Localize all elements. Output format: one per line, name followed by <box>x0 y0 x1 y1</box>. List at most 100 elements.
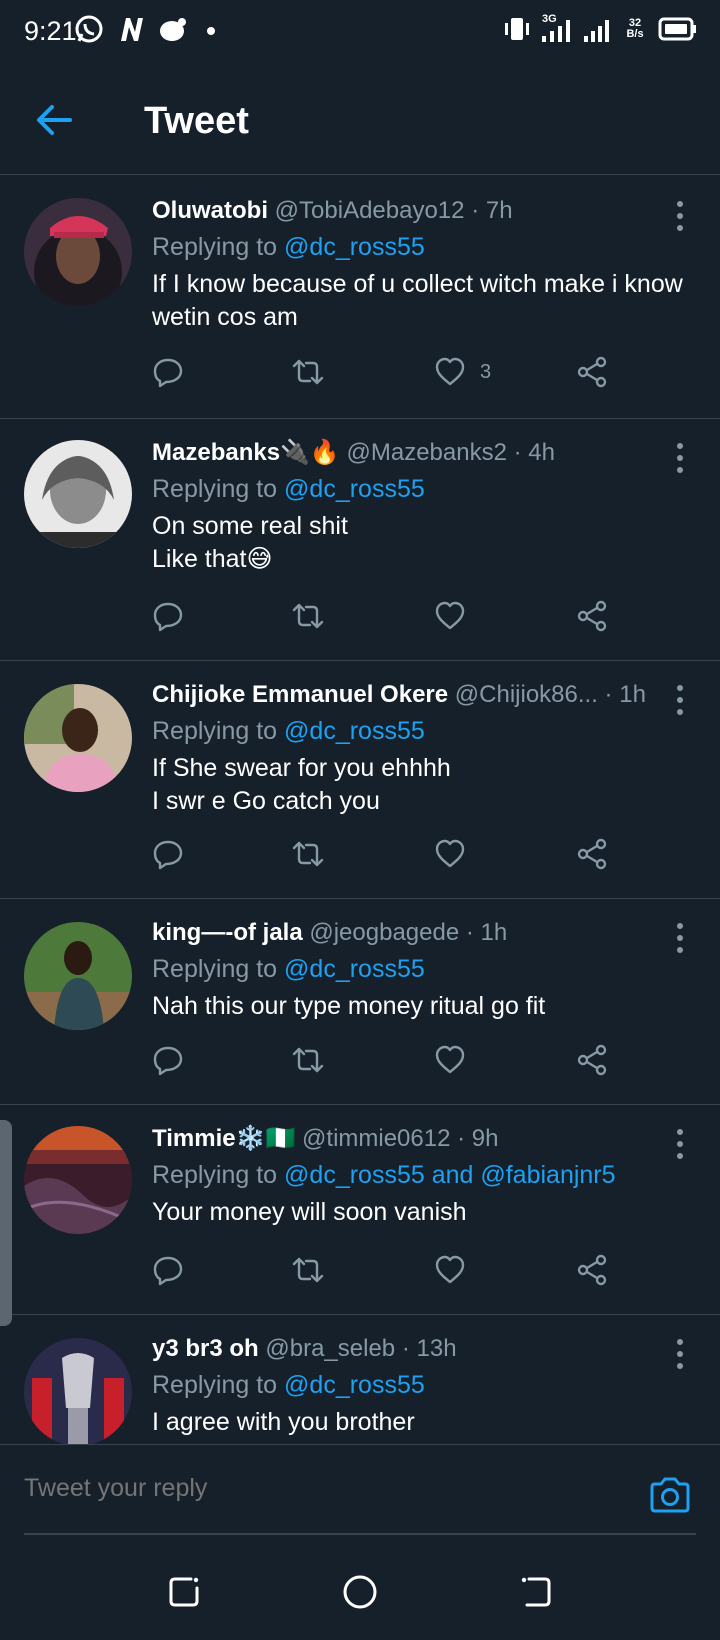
tweet-text: I agree with you brother <box>152 1408 415 1436</box>
mention-link[interactable]: @dc_ross55 <box>284 955 425 983</box>
mention-link[interactable]: @dc_ross55 <box>284 475 425 503</box>
user-handle[interactable]: @Mazebanks2 <box>347 439 507 466</box>
share-icon <box>577 356 607 388</box>
network-type: 3G <box>542 13 557 25</box>
share-icon <box>577 1254 607 1286</box>
avatar[interactable] <box>24 922 132 1030</box>
heart-icon <box>435 1255 465 1284</box>
tweet-item[interactable]: Chijioke Emmanuel Okere @Chijiok86... · … <box>0 660 720 899</box>
more-options-icon[interactable] <box>668 680 692 720</box>
tweet-item[interactable]: y3 br3 oh @bra_seleb · 13h Replying to @… <box>0 1314 720 1444</box>
tweet-actions <box>152 600 622 640</box>
tweet-text: If I know because of u collect witch mak… <box>152 270 683 331</box>
user-name[interactable]: Timmie❄️🇳🇬 <box>152 1125 295 1152</box>
reply-input[interactable] <box>24 1465 624 1511</box>
page-title: Tweet <box>144 100 249 142</box>
reply-icon <box>153 840 183 870</box>
tweet-actions <box>152 838 622 878</box>
tweet-item[interactable]: Oluwatobi @TobiAdebayo12 · 7h Replying t… <box>0 176 720 419</box>
retweet-button[interactable] <box>290 356 326 388</box>
user-handle[interactable]: @Chijiok86... <box>455 681 598 708</box>
avatar[interactable] <box>24 1126 132 1234</box>
heart-icon <box>435 839 465 868</box>
avatar[interactable] <box>24 440 132 548</box>
reply-button[interactable] <box>152 1044 184 1076</box>
tweet-text: On some real shit Like that😅 <box>152 512 348 573</box>
heart-icon <box>435 357 465 386</box>
avatar[interactable] <box>24 198 132 306</box>
user-handle[interactable]: @timmie0612 <box>302 1125 450 1152</box>
user-handle[interactable]: @TobiAdebayo12 <box>275 197 465 224</box>
home-nav-icon[interactable] <box>342 1574 378 1610</box>
user-name[interactable]: Chijioke Emmanuel Okere <box>152 681 448 708</box>
mention-link[interactable]: @dc_ross55 <box>284 1371 425 1399</box>
share-button[interactable] <box>576 600 608 632</box>
recents-nav-icon[interactable] <box>166 1574 202 1610</box>
signal-3g: 3G <box>540 14 574 44</box>
retweet-button[interactable] <box>290 838 326 870</box>
avatar[interactable] <box>24 684 132 792</box>
battery-icon <box>658 17 696 41</box>
more-options-icon[interactable] <box>668 918 692 958</box>
retweet-button[interactable] <box>290 600 326 632</box>
share-button[interactable] <box>576 1254 608 1286</box>
share-button[interactable] <box>576 356 608 388</box>
replying-to: Replying to @dc_ross55 <box>152 233 425 261</box>
edge-panel-handle[interactable] <box>0 1120 12 1326</box>
user-name[interactable]: king—-of jala <box>152 919 303 946</box>
reply-button[interactable] <box>152 600 184 632</box>
like-button[interactable] <box>434 1254 466 1286</box>
retweet-icon <box>292 1047 324 1073</box>
reply-icon <box>153 358 183 388</box>
status-time: 9:21 <box>24 16 77 46</box>
like-button[interactable]: 3 <box>434 356 491 388</box>
tweet-item[interactable]: Mazebanks🔌🔥 @Mazebanks2 · 4h Replying to… <box>0 418 720 661</box>
reply-button[interactable] <box>152 356 184 388</box>
more-options-icon[interactable] <box>668 438 692 478</box>
heart-icon <box>435 601 465 630</box>
like-button[interactable] <box>434 838 466 870</box>
tweet-time: 4h <box>528 439 555 466</box>
status-right: 3G 32 B/s <box>502 14 698 44</box>
replying-to: Replying to @dc_ross55 <box>152 1371 425 1399</box>
back-arrow-icon[interactable] <box>34 100 74 140</box>
like-button[interactable] <box>434 1044 466 1076</box>
mention-link[interactable]: @dc_ross55 <box>284 717 425 745</box>
reply-icon <box>153 1256 183 1286</box>
reply-button[interactable] <box>152 1254 184 1286</box>
mention-link[interactable]: @dc_ross55 <box>284 233 425 261</box>
like-button[interactable] <box>434 600 466 632</box>
more-options-icon[interactable] <box>668 1334 692 1374</box>
tweet-item[interactable]: king—-of jala @jeogbagede · 1h Replying … <box>0 898 720 1105</box>
tweet-item[interactable]: Timmie❄️🇳🇬 @timmie0612 · 9h Replying to … <box>0 1104 720 1315</box>
system-nav-bar <box>0 1540 720 1640</box>
top-app-bar: Tweet <box>0 64 720 175</box>
back-nav-icon[interactable] <box>518 1574 554 1610</box>
retweet-icon <box>292 359 324 385</box>
retweet-button[interactable] <box>290 1044 326 1076</box>
user-name[interactable]: Mazebanks🔌🔥 <box>152 439 340 466</box>
notification-dot-icon <box>207 27 215 35</box>
retweet-button[interactable] <box>290 1254 326 1286</box>
more-options-icon[interactable] <box>668 196 692 236</box>
reply-button[interactable] <box>152 838 184 870</box>
mention-link[interactable]: @dc_ross55 and @fabianjnr5 <box>284 1161 616 1189</box>
user-name[interactable]: y3 br3 oh <box>152 1335 259 1362</box>
share-button[interactable] <box>576 838 608 870</box>
share-icon <box>577 600 607 632</box>
user-name[interactable]: Oluwatobi <box>152 197 268 224</box>
retweet-icon <box>292 603 324 629</box>
share-button[interactable] <box>576 1044 608 1076</box>
tweet-text: Nah this our type money ritual go fit <box>152 992 546 1020</box>
tweet-text: Your money will soon vanish <box>152 1198 467 1226</box>
composer-divider <box>24 1533 696 1535</box>
camera-icon[interactable] <box>648 1475 692 1515</box>
avatar[interactable] <box>24 1338 132 1444</box>
more-options-icon[interactable] <box>668 1124 692 1164</box>
user-handle[interactable]: @bra_seleb <box>265 1335 395 1362</box>
replying-to: Replying to @dc_ross55 <box>152 475 425 503</box>
replying-to: Replying to @dc_ross55 and @fabianjnr5 <box>152 1161 616 1189</box>
user-handle[interactable]: @jeogbagede <box>309 919 459 946</box>
net-speed: 32 B/s <box>626 17 644 40</box>
tweet-time: 13h <box>416 1335 457 1362</box>
